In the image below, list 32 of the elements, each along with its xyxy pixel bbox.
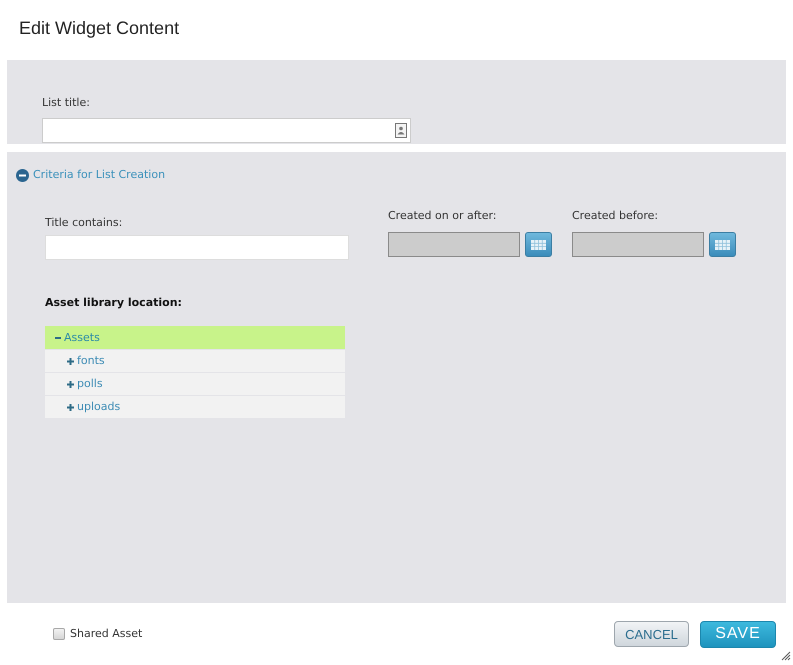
calendar-icon bbox=[531, 240, 546, 250]
calendar-button[interactable] bbox=[525, 232, 552, 257]
calendar-icon bbox=[715, 240, 730, 250]
date-label: Created on or after: bbox=[388, 209, 497, 223]
list-title-label: List title: bbox=[42, 96, 90, 110]
title-contains-label: Title contains: bbox=[45, 216, 122, 230]
save-button[interactable]: SAVE bbox=[700, 620, 776, 648]
tree-item-label[interactable]: uploads bbox=[77, 400, 120, 414]
tree-item[interactable]: uploads bbox=[45, 396, 345, 418]
tree-item[interactable]: Assets bbox=[45, 326, 345, 349]
minus-icon[interactable] bbox=[55, 336, 61, 338]
criteria-toggle-link[interactable]: Criteria for List Creation bbox=[33, 168, 166, 182]
contact-card-icon[interactable] bbox=[395, 123, 407, 138]
tree-item-label[interactable]: polls bbox=[77, 377, 103, 391]
shared-asset-label[interactable]: Shared Asset bbox=[70, 627, 142, 641]
title-contains-field[interactable] bbox=[45, 235, 349, 260]
tree-item-label[interactable]: Assets bbox=[64, 330, 100, 344]
asset-location-label: Asset library location: bbox=[45, 296, 182, 310]
tree-item-label[interactable]: fonts bbox=[77, 354, 105, 368]
plus-icon[interactable] bbox=[67, 358, 74, 364]
plus-icon[interactable] bbox=[67, 380, 74, 388]
dialog-title: Edit Widget Content bbox=[19, 18, 180, 38]
tree-item[interactable]: polls bbox=[45, 373, 345, 395]
tree-item[interactable]: fonts bbox=[45, 350, 345, 372]
plus-icon[interactable] bbox=[67, 404, 74, 410]
list-title-field[interactable] bbox=[42, 118, 411, 143]
resize-grip-icon[interactable] bbox=[781, 651, 791, 661]
cancel-button[interactable]: CANCEL bbox=[614, 621, 689, 647]
collapse-icon[interactable] bbox=[16, 168, 29, 182]
shared-asset-checkbox[interactable] bbox=[53, 628, 65, 640]
calendar-button[interactable] bbox=[709, 232, 736, 257]
date-label: Created before: bbox=[572, 209, 658, 223]
